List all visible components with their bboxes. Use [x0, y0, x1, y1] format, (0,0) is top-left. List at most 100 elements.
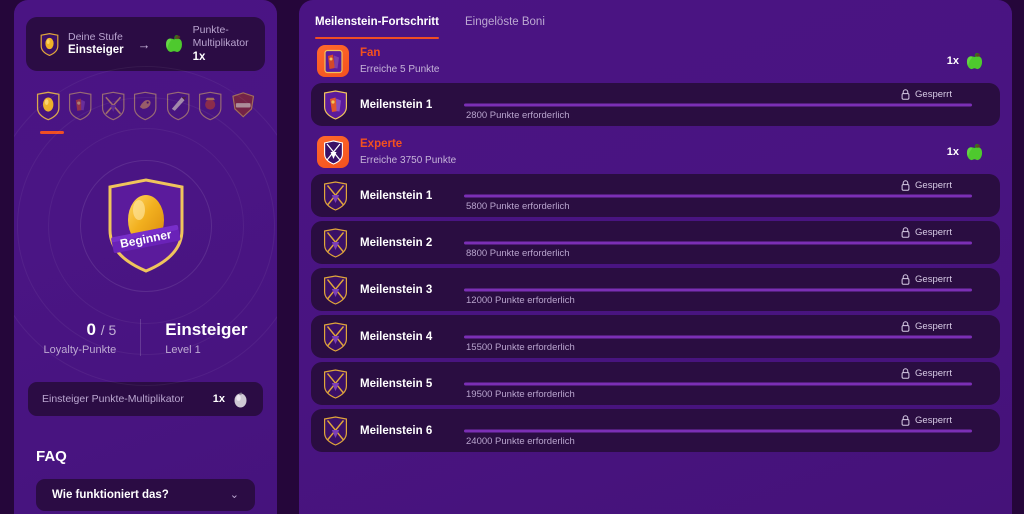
loyalty-page: Deine Stufe Einsteiger → Punkte-Multipli…	[0, 0, 1024, 514]
milestone-status: Gesperrt	[915, 89, 952, 100]
milestone-progress-bar	[464, 429, 972, 432]
lock-icon	[901, 227, 910, 238]
milestone-row[interactable]: Meilenstein 1 Gesperrt 5800 Punkte erfor…	[311, 174, 1000, 217]
lock-icon	[901, 274, 910, 285]
tab-bar: Meilenstein-Fortschritt Eingelöste Boni	[311, 0, 1000, 39]
tier-summary-card: Deine Stufe Einsteiger → Punkte-Multipli…	[26, 17, 265, 71]
milestone-progress: Gesperrt 19500 Punkte erforderlich	[464, 362, 984, 405]
milestone-requirement: 8800 Punkte erforderlich	[466, 248, 570, 259]
milestone-name: Meilenstein 4	[360, 330, 433, 343]
lock-icon	[901, 89, 910, 100]
arrow-right-icon: →	[137, 36, 151, 52]
multiplier-pill-label: Einsteiger Punkte-Multiplikator	[42, 393, 184, 406]
faq-question-1: Wie funktioniert das?	[52, 489, 169, 502]
milestone-locked-status: Gesperrt	[901, 89, 952, 100]
green-apple-icon	[164, 34, 184, 53]
milestone-progress: Gesperrt 5800 Punkte erforderlich	[464, 174, 984, 217]
experte-milestone-icon	[323, 180, 348, 211]
milestone-row[interactable]: Meilenstein 6 Gesperrt 24000 Punkte erfo…	[311, 409, 1000, 452]
milestone-status: Gesperrt	[915, 368, 952, 379]
milestone-locked-status: Gesperrt	[901, 321, 952, 332]
milestone-row[interactable]: Meilenstein 1 Gesperrt 2800 Punkte erfor…	[311, 83, 1000, 126]
milestone-name: Meilenstein 5	[360, 377, 433, 390]
milestone-status: Gesperrt	[915, 180, 952, 191]
milestone-status: Gesperrt	[915, 415, 952, 426]
milestone-requirement: 24000 Punkte erforderlich	[466, 436, 575, 447]
milestone-name: Meilenstein 2	[360, 236, 433, 249]
milestone-requirement: 2800 Punkte erforderlich	[466, 110, 570, 121]
milestone-name: Meilenstein 6	[360, 424, 433, 437]
milestone-progress: Gesperrt 24000 Punkte erforderlich	[464, 409, 984, 452]
group-reward-multiplier-fan: 1x	[946, 55, 959, 67]
experte-milestone-icon	[323, 368, 348, 399]
faq-title: FAQ	[36, 448, 67, 466]
milestone-row[interactable]: Meilenstein 5 Gesperrt 19500 Punkte erfo…	[311, 362, 1000, 405]
milestone-locked-status: Gesperrt	[901, 227, 952, 238]
chevron-down-icon: ⌄	[229, 488, 239, 501]
lock-icon	[901, 415, 910, 426]
multiplier-pill-value: 1x	[212, 393, 225, 406]
current-tier-block: Deine Stufe Einsteiger	[40, 31, 124, 58]
milestone-progress-bar	[464, 103, 972, 106]
fan-milestone-icon	[323, 89, 348, 120]
milestone-progress: Gesperrt 15500 Punkte erforderlich	[464, 315, 984, 358]
milestone-requirement: 19500 Punkte erforderlich	[466, 389, 575, 400]
milestone-progress-bar	[464, 335, 972, 338]
milestone-status: Gesperrt	[915, 274, 952, 285]
multiplier-pill-value-group: 1x	[213, 391, 249, 408]
milestone-requirement: 5800 Punkte erforderlich	[466, 201, 570, 212]
lock-icon	[901, 180, 910, 191]
lock-icon	[901, 368, 910, 379]
milestone-status: Gesperrt	[915, 321, 952, 332]
milestone-locked-status: Gesperrt	[901, 180, 952, 191]
group-header-fan: Fan Erreiche 5 Punkte 1x	[311, 39, 1000, 83]
experte-milestone-icon	[323, 321, 348, 352]
silver-egg-icon	[232, 391, 249, 408]
experte-milestone-icon	[323, 415, 348, 446]
green-apple-icon-experte	[965, 143, 984, 161]
multiplier-value: 1x	[192, 50, 206, 63]
milestone-progress-bar	[464, 241, 972, 244]
experte-milestone-icon	[323, 274, 348, 305]
milestone-progress-bar	[464, 382, 972, 385]
fan-card-icon	[317, 45, 349, 77]
milestone-progress: Gesperrt 2800 Punkte erforderlich	[464, 83, 984, 126]
group-desc-fan: Erreiche 5 Punkte	[360, 63, 440, 75]
milestone-locked-status: Gesperrt	[901, 274, 952, 285]
milestone-progress-bar	[464, 194, 972, 197]
milestone-name: Meilenstein 1	[360, 98, 433, 111]
group-desc-experte: Erreiche 3750 Punkte	[360, 154, 457, 166]
experte-milestone-icon	[323, 227, 348, 258]
group-header-experte: Experte Erreiche 3750 Punkte 1x	[311, 130, 1000, 174]
hero-badge-area: Beginner	[14, 65, 277, 386]
lock-icon	[901, 321, 910, 332]
tier-value: Einsteiger	[68, 44, 124, 57]
group-name-fan: Fan	[360, 47, 381, 60]
tier-label: Deine Stufe	[68, 30, 123, 43]
shield-gold-egg-icon	[40, 32, 59, 56]
multiplier-label: Punkte-Multiplikator	[192, 24, 249, 49]
milestone-locked-status: Gesperrt	[901, 415, 952, 426]
milestone-requirement: 12000 Punkte erforderlich	[466, 295, 575, 306]
green-apple-icon-fan	[965, 52, 984, 70]
milestone-progress: Gesperrt 12000 Punkte erforderlich	[464, 268, 984, 311]
multiplier-pill: Einsteiger Punkte-Multiplikator 1x	[28, 382, 263, 417]
tab-milestone-progress[interactable]: Meilenstein-Fortschritt	[315, 16, 439, 39]
milestone-name: Meilenstein 1	[360, 189, 433, 202]
tab-redeemed-bonuses[interactable]: Eingelöste Boni	[465, 16, 545, 39]
milestone-row[interactable]: Meilenstein 3 Gesperrt 12000 Punkte erfo…	[311, 268, 1000, 311]
group-reward-experte: 1x	[947, 143, 994, 161]
experte-shield-icon	[317, 136, 349, 168]
milestones-panel: Meilenstein-Fortschritt Eingelöste Boni …	[299, 0, 1012, 514]
milestone-progress-bar	[464, 288, 972, 291]
milestone-requirement: 15500 Punkte erforderlich	[466, 342, 575, 353]
group-reward-multiplier-experte: 1x	[946, 146, 959, 158]
milestone-locked-status: Gesperrt	[901, 368, 952, 379]
faq-item-1[interactable]: Wie funktioniert das? ⌄	[36, 479, 255, 512]
milestone-row[interactable]: Meilenstein 4 Gesperrt 15500 Punkte erfo…	[311, 315, 1000, 358]
sidebar-panel: Deine Stufe Einsteiger → Punkte-Multipli…	[14, 0, 277, 514]
multiplier-block: Punkte-Multiplikator 1x	[164, 24, 251, 64]
milestone-row[interactable]: Meilenstein 2 Gesperrt 8800 Punkte erfor…	[311, 221, 1000, 264]
group-name-experte: Experte	[360, 138, 403, 151]
hero-beginner-badge: Beginner	[105, 177, 187, 274]
